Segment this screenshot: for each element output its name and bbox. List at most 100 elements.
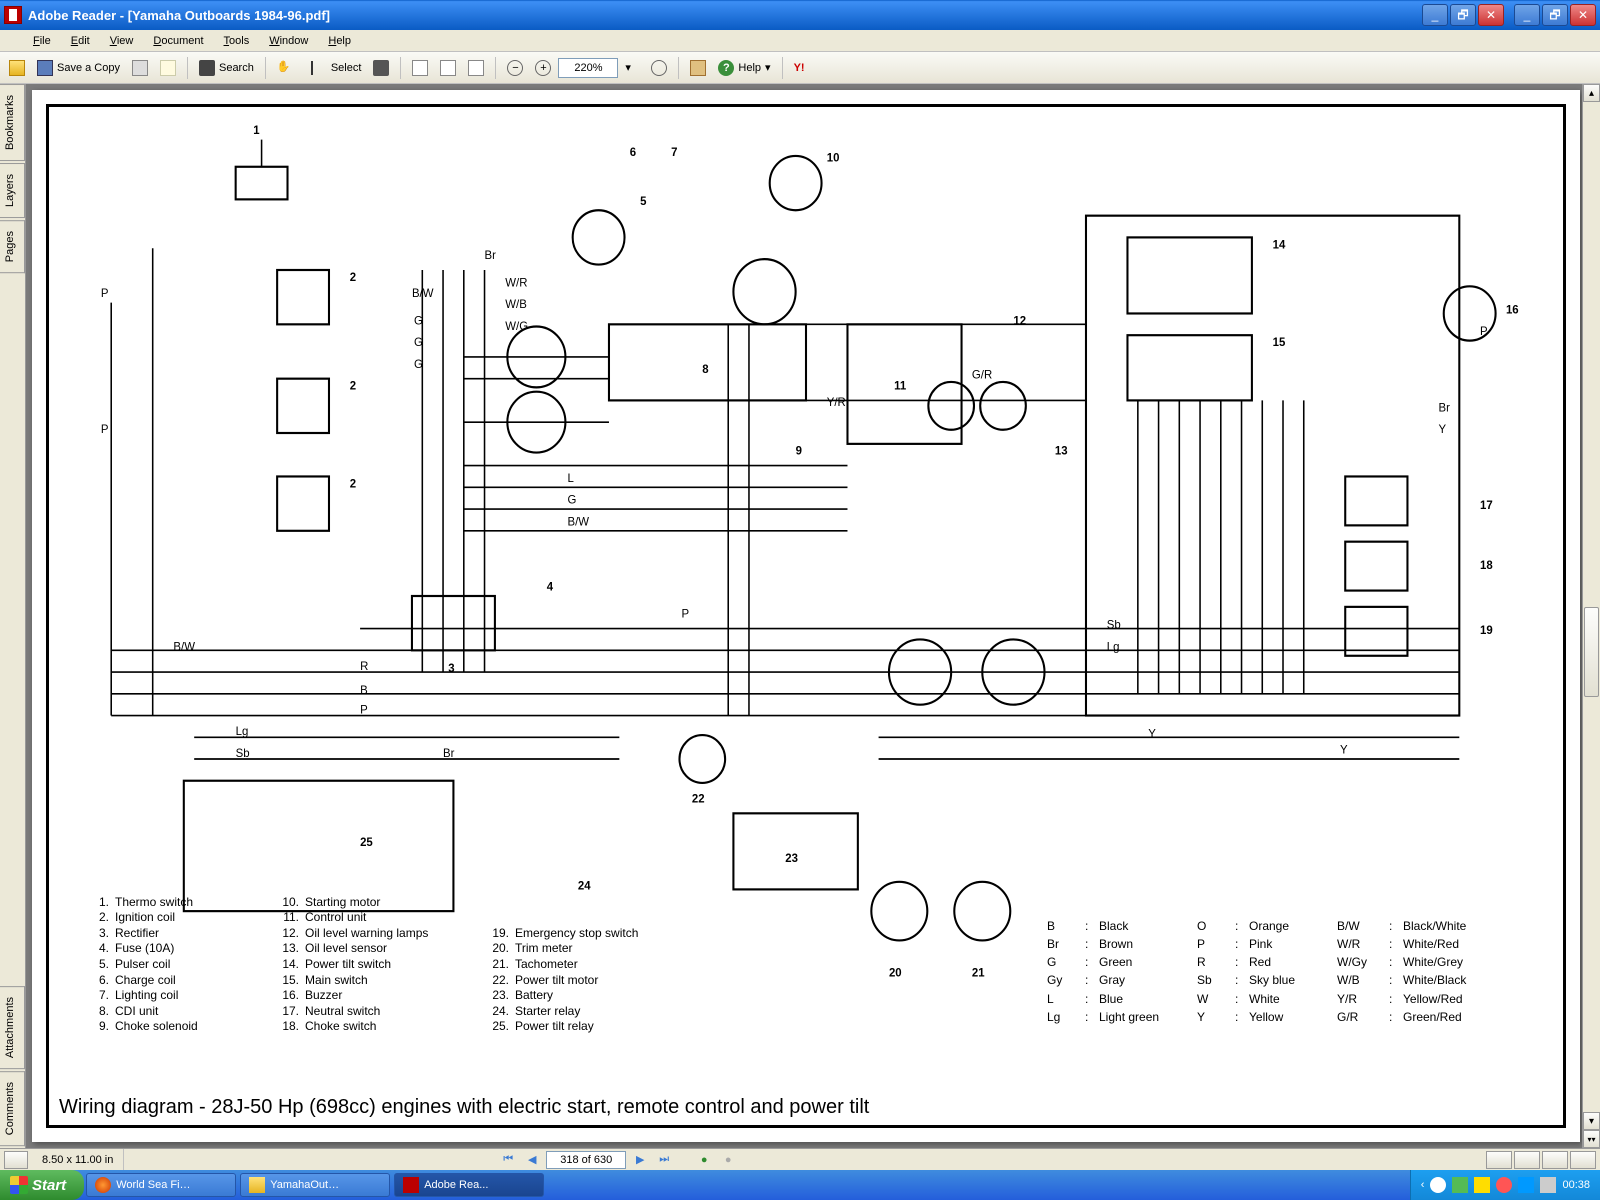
svg-text:5: 5 xyxy=(640,195,647,208)
page-number-field[interactable] xyxy=(546,1151,626,1169)
zoom-tool-button[interactable] xyxy=(646,56,672,80)
doc-icon xyxy=(2,33,17,48)
firefox-icon xyxy=(95,1177,111,1193)
ibeam-icon xyxy=(311,61,327,75)
forward-button[interactable]: ● xyxy=(718,1151,738,1169)
task-adobe-reader[interactable]: Adobe Rea... xyxy=(394,1173,544,1197)
menu-help[interactable]: Help xyxy=(318,33,361,49)
zoom-in-button[interactable]: + xyxy=(530,56,556,80)
window-title: Adobe Reader - [Yamaha Outboards 1984-96… xyxy=(28,8,330,23)
menu-tools[interactable]: Tools xyxy=(214,33,260,49)
scroll-down-button[interactable]: ▾ xyxy=(1583,1112,1600,1130)
facing-button[interactable] xyxy=(1542,1151,1568,1169)
tab-comments[interactable]: Comments xyxy=(0,1071,25,1146)
first-page-button[interactable]: ⏮ xyxy=(498,1151,518,1169)
actual-size-button[interactable] xyxy=(407,56,433,80)
start-button[interactable]: Start xyxy=(0,1170,84,1200)
scroll-thumb[interactable] xyxy=(1584,607,1599,697)
hand-tool-button[interactable]: ✋ xyxy=(272,56,298,80)
adobe-icon xyxy=(403,1177,419,1193)
document-viewport[interactable]: 1 2 2 2 3 4 5 6 7 8 9 10 11 12 1 xyxy=(26,84,1600,1148)
tray-icon-5[interactable] xyxy=(1518,1177,1534,1193)
tray-icon-1[interactable] xyxy=(1430,1177,1446,1193)
tab-layers[interactable]: Layers xyxy=(0,163,25,218)
save-copy-button[interactable]: Save a Copy xyxy=(32,56,125,80)
svg-text:17: 17 xyxy=(1480,499,1493,512)
zoom-out-button[interactable]: − xyxy=(502,56,528,80)
print-button[interactable] xyxy=(127,56,153,80)
search-button[interactable]: Search xyxy=(194,56,259,80)
tab-attachments[interactable]: Attachments xyxy=(0,986,25,1069)
svg-text:4: 4 xyxy=(547,580,554,593)
continuous-button[interactable] xyxy=(1514,1151,1540,1169)
next-page-button[interactable]: ▶ xyxy=(630,1151,650,1169)
component-legend-col3: 19.Emergency stop switch20.Trim meter21.… xyxy=(489,926,638,1035)
svg-text:G: G xyxy=(414,358,423,371)
svg-text:24: 24 xyxy=(578,879,591,892)
zoom-dropdown[interactable]: ▾ xyxy=(620,56,644,80)
svg-text:Lg: Lg xyxy=(236,725,249,738)
menubar: File Edit View Document Tools Window Hel… xyxy=(0,30,1600,52)
doc-close-button[interactable]: ✕ xyxy=(1570,4,1596,26)
page-layout-button[interactable] xyxy=(4,1151,28,1169)
doc-restore-button[interactable]: 🗗 xyxy=(1542,4,1568,26)
tray-clock[interactable]: 00:38 xyxy=(1562,1179,1590,1191)
restore-button[interactable]: 🗗 xyxy=(1450,4,1476,26)
scroll-up-button[interactable]: ▴ xyxy=(1583,84,1600,102)
single-page-button[interactable] xyxy=(1486,1151,1512,1169)
tray-icon-2[interactable] xyxy=(1452,1177,1468,1193)
select-tool-button[interactable]: Select xyxy=(300,56,367,80)
svg-text:9: 9 xyxy=(796,445,803,458)
close-button[interactable]: ✕ xyxy=(1478,4,1504,26)
svg-text:13: 13 xyxy=(1055,445,1068,458)
fit-page-button[interactable] xyxy=(435,56,461,80)
back-button[interactable]: ● xyxy=(694,1151,714,1169)
svg-text:11: 11 xyxy=(894,379,907,392)
svg-text:2: 2 xyxy=(350,477,357,490)
yahoo-button[interactable]: Y! xyxy=(789,56,813,80)
tray-expand-icon[interactable]: ‹ xyxy=(1421,1179,1425,1191)
svg-text:25: 25 xyxy=(360,836,373,849)
vertical-scrollbar[interactable]: ▴ ▾ ▾▾ xyxy=(1582,84,1600,1148)
snapshot-tool-button[interactable] xyxy=(368,56,394,80)
tab-pages[interactable]: Pages xyxy=(0,220,25,273)
prev-page-button[interactable]: ◀ xyxy=(522,1151,542,1169)
magnifier-icon xyxy=(651,60,667,76)
scroll-pagedown-button[interactable]: ▾▾ xyxy=(1583,1130,1600,1148)
fit-width-button[interactable] xyxy=(463,56,489,80)
system-tray[interactable]: ‹ 00:38 xyxy=(1410,1170,1600,1200)
svg-text:18: 18 xyxy=(1480,559,1493,572)
svg-text:15: 15 xyxy=(1273,336,1286,349)
svg-text:23: 23 xyxy=(785,852,798,865)
svg-text:L: L xyxy=(567,472,574,485)
question-icon: ? xyxy=(718,60,734,76)
camera-icon xyxy=(373,60,389,76)
tray-volume-icon[interactable] xyxy=(1540,1177,1556,1193)
tray-icon-4[interactable] xyxy=(1496,1177,1512,1193)
menu-edit[interactable]: Edit xyxy=(61,33,100,49)
task-firefox[interactable]: World Sea Fi… xyxy=(86,1173,236,1197)
help-button[interactable]: ?Help ▾ xyxy=(713,56,775,80)
doc-minimize-button[interactable]: _ xyxy=(1514,4,1540,26)
menu-file[interactable]: File xyxy=(23,33,61,49)
continuous-facing-button[interactable] xyxy=(1570,1151,1596,1169)
wiring-diagram: 1 2 2 2 3 4 5 6 7 8 9 10 11 12 1 xyxy=(46,104,1566,1128)
menu-document[interactable]: Document xyxy=(143,33,213,49)
open-button[interactable] xyxy=(4,56,30,80)
svg-text:Y: Y xyxy=(1439,423,1447,436)
menu-view[interactable]: View xyxy=(100,33,144,49)
svg-text:Y: Y xyxy=(1148,727,1156,740)
email-button[interactable] xyxy=(155,56,181,80)
svg-text:G: G xyxy=(414,314,423,327)
svg-text:Br: Br xyxy=(1439,401,1451,414)
tab-bookmarks[interactable]: Bookmarks xyxy=(0,84,25,161)
svg-text:7: 7 xyxy=(671,146,677,159)
menu-window[interactable]: Window xyxy=(259,33,318,49)
zoom-field[interactable] xyxy=(558,58,618,78)
minimize-button[interactable]: _ xyxy=(1422,4,1448,26)
svg-text:W/G: W/G xyxy=(505,320,528,333)
task-explorer[interactable]: YamahaOut… xyxy=(240,1173,390,1197)
last-page-button[interactable]: ⏭ xyxy=(654,1151,674,1169)
reading-button[interactable] xyxy=(685,56,711,80)
tray-icon-3[interactable] xyxy=(1474,1177,1490,1193)
